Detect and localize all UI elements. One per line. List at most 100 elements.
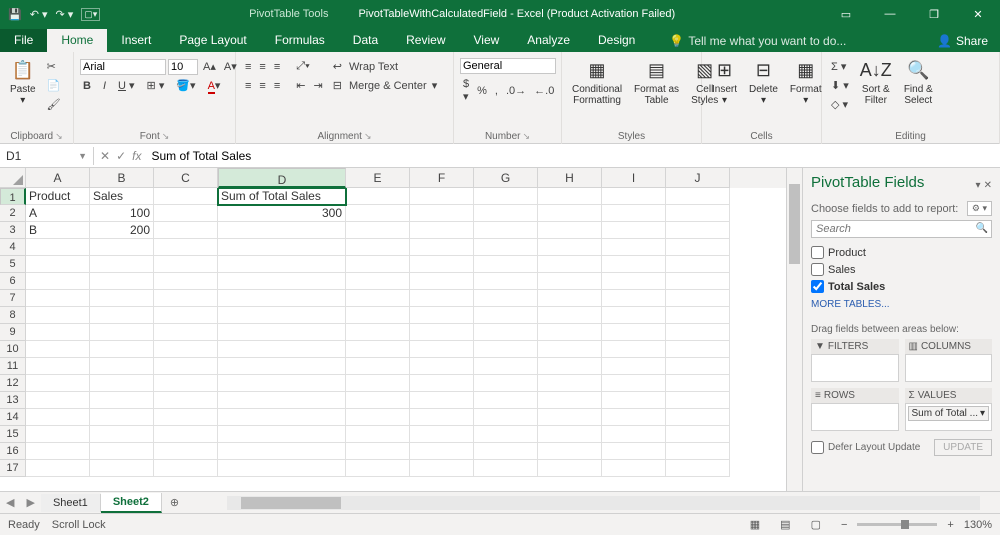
row-header-15[interactable]: 15 xyxy=(0,426,26,443)
cell-G8[interactable] xyxy=(474,307,538,324)
cell-G12[interactable] xyxy=(474,375,538,392)
cell-G16[interactable] xyxy=(474,443,538,460)
cell-I11[interactable] xyxy=(602,358,666,375)
share-button[interactable]: 👤Share xyxy=(925,30,1000,52)
font-launcher-icon[interactable]: ↘ xyxy=(162,131,170,142)
cell-E3[interactable] xyxy=(346,222,410,239)
cell-A11[interactable] xyxy=(26,358,90,375)
cell-E4[interactable] xyxy=(346,239,410,256)
font-name-input[interactable] xyxy=(80,59,166,75)
cell-I17[interactable] xyxy=(602,460,666,477)
cell-B1[interactable]: Sales xyxy=(90,188,154,205)
orientation-icon[interactable]: ⤢▾ xyxy=(293,58,312,75)
tell-me-input[interactable]: 💡Tell me what you want to do... xyxy=(661,30,854,52)
cell-B2[interactable]: 100 xyxy=(90,205,154,222)
col-header-D[interactable]: D xyxy=(218,168,346,188)
underline-button[interactable]: U ▾ xyxy=(115,77,138,94)
cell-I9[interactable] xyxy=(602,324,666,341)
clipboard-launcher-icon[interactable]: ↘ xyxy=(55,131,63,142)
more-tables-link[interactable]: MORE TABLES... xyxy=(811,299,992,310)
cell-D6[interactable] xyxy=(218,273,346,290)
cell-J10[interactable] xyxy=(666,341,730,358)
row-header-5[interactable]: 5 xyxy=(0,256,26,273)
format-as-table-button[interactable]: ▤Format as Table xyxy=(630,54,683,108)
cell-D14[interactable] xyxy=(218,409,346,426)
cell-C13[interactable] xyxy=(154,392,218,409)
cell-I8[interactable] xyxy=(602,307,666,324)
cell-F1[interactable] xyxy=(410,188,474,205)
cell-F14[interactable] xyxy=(410,409,474,426)
col-header-B[interactable]: B xyxy=(90,168,154,188)
cell-F12[interactable] xyxy=(410,375,474,392)
cell-I7[interactable] xyxy=(602,290,666,307)
cell-A16[interactable] xyxy=(26,443,90,460)
cell-A1[interactable]: Product xyxy=(26,188,90,205)
cell-E1[interactable] xyxy=(346,188,410,205)
defer-update-checkbox[interactable] xyxy=(811,441,824,454)
new-sheet-icon[interactable]: ⊕ xyxy=(162,496,187,509)
tab-file[interactable]: File xyxy=(0,29,47,52)
percent-icon[interactable]: % xyxy=(474,83,490,99)
tab-insert[interactable]: Insert xyxy=(107,29,165,52)
select-all-corner[interactable] xyxy=(0,168,26,188)
page-break-view-icon[interactable]: ▢ xyxy=(807,516,825,533)
cell-A17[interactable] xyxy=(26,460,90,477)
cell-J15[interactable] xyxy=(666,426,730,443)
cell-G2[interactable] xyxy=(474,205,538,222)
cell-A3[interactable]: B xyxy=(26,222,90,239)
cell-C5[interactable] xyxy=(154,256,218,273)
font-color-icon[interactable]: A▾ xyxy=(205,77,224,94)
cell-F10[interactable] xyxy=(410,341,474,358)
align-bottom-icon[interactable]: ≡ xyxy=(271,59,283,75)
zoom-in-icon[interactable]: + xyxy=(943,517,957,533)
col-header-C[interactable]: C xyxy=(154,168,218,188)
comma-icon[interactable]: , xyxy=(492,83,501,99)
values-item[interactable]: Sum of Total ...▾ xyxy=(908,406,990,421)
cancel-formula-icon[interactable]: ✕ xyxy=(100,149,110,163)
cell-F8[interactable] xyxy=(410,307,474,324)
cell-H16[interactable] xyxy=(538,443,602,460)
cell-D9[interactable] xyxy=(218,324,346,341)
cut-icon[interactable]: ✂ xyxy=(44,58,64,75)
cell-H7[interactable] xyxy=(538,290,602,307)
horizontal-scrollbar[interactable] xyxy=(227,496,980,510)
cell-I15[interactable] xyxy=(602,426,666,443)
italic-button[interactable]: I xyxy=(100,78,109,94)
cell-E11[interactable] xyxy=(346,358,410,375)
cell-E12[interactable] xyxy=(346,375,410,392)
col-header-H[interactable]: H xyxy=(538,168,602,188)
dec-decimal-icon[interactable]: ←.0 xyxy=(531,83,557,99)
autosum-icon[interactable]: Σ ▾ xyxy=(828,58,852,75)
close-icon[interactable]: ✕ xyxy=(956,0,1000,28)
tab-view[interactable]: View xyxy=(460,29,514,52)
cell-A14[interactable] xyxy=(26,409,90,426)
insert-cells-button[interactable]: ⊞Insert▾ xyxy=(708,54,741,108)
cell-J8[interactable] xyxy=(666,307,730,324)
cell-J9[interactable] xyxy=(666,324,730,341)
tab-formulas[interactable]: Formulas xyxy=(261,29,339,52)
cell-D11[interactable] xyxy=(218,358,346,375)
fill-icon[interactable]: ⬇ ▾ xyxy=(828,77,852,94)
cell-A6[interactable] xyxy=(26,273,90,290)
cell-G10[interactable] xyxy=(474,341,538,358)
cell-E15[interactable] xyxy=(346,426,410,443)
row-header-3[interactable]: 3 xyxy=(0,222,26,239)
field-checkbox[interactable] xyxy=(811,246,824,259)
cell-D2[interactable]: 300 xyxy=(218,205,346,222)
field-checkbox[interactable] xyxy=(811,280,824,293)
cell-F7[interactable] xyxy=(410,290,474,307)
update-button[interactable]: UPDATE xyxy=(934,439,992,456)
cell-A7[interactable] xyxy=(26,290,90,307)
values-drop-area[interactable]: Sum of Total ...▾ xyxy=(905,403,993,431)
ribbon-display-icon[interactable]: ▭ xyxy=(824,0,868,28)
cell-G13[interactable] xyxy=(474,392,538,409)
row-header-14[interactable]: 14 xyxy=(0,409,26,426)
copy-icon[interactable]: 📄 xyxy=(44,77,64,94)
cell-J12[interactable] xyxy=(666,375,730,392)
number-launcher-icon[interactable]: ↘ xyxy=(523,131,531,142)
cell-A4[interactable] xyxy=(26,239,90,256)
cell-C3[interactable] xyxy=(154,222,218,239)
cell-C11[interactable] xyxy=(154,358,218,375)
cell-E9[interactable] xyxy=(346,324,410,341)
cell-C9[interactable] xyxy=(154,324,218,341)
